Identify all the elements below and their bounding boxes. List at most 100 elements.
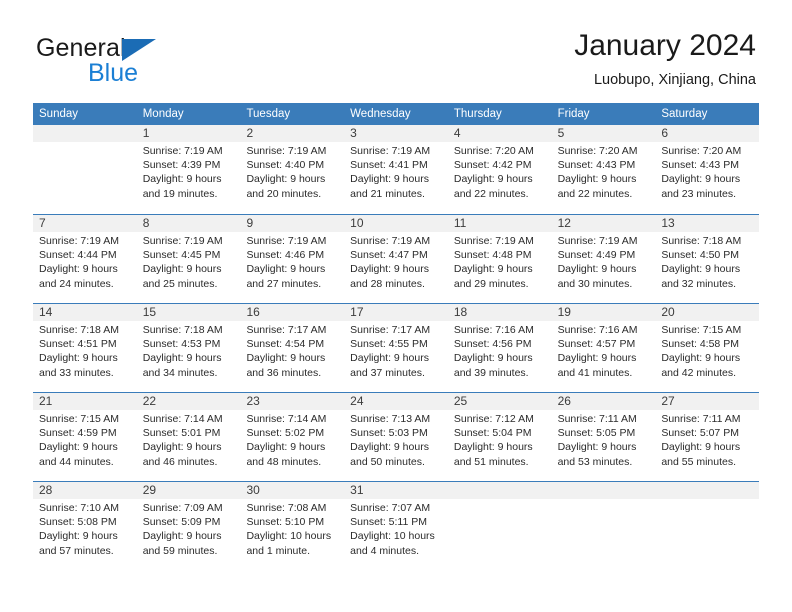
page-title: January 2024 — [574, 29, 756, 62]
daylight-duration-line1: Daylight: 9 hours — [39, 263, 118, 276]
day-details: Sunrise: 7:19 AM Sunset: 4:45 PM Daylight:… — [137, 232, 241, 291]
day-number: 22 — [136, 393, 241, 410]
weekday-header-wednesday: Wednesday — [350, 108, 411, 120]
sunrise-time: Sunrise: 7:16 AM — [557, 324, 638, 336]
calendar-day-cell[interactable]: 18 Sunrise: 7:16 AM Sunset: 4:56 PM Dayligh… — [447, 304, 552, 392]
calendar-day-cell[interactable]: 20 Sunrise: 7:15 AM Sunset: 4:58 PM Dayligh… — [655, 304, 760, 392]
sunrise-time: Sunrise: 7:10 AM — [39, 502, 119, 514]
day-number: 15 — [136, 304, 241, 321]
sunrise-time: Sunrise: 7:14 AM — [246, 413, 327, 425]
weekday-header-row: Sunday Monday Tuesday Wednesday Thursday… — [33, 103, 759, 125]
general-blue-logo[interactable]: General Blue — [36, 34, 206, 87]
daylight-duration-line1: Daylight: 10 hours — [350, 530, 435, 543]
sunset-time: Sunset: 4:50 PM — [661, 249, 739, 262]
sunset-time: Sunset: 4:55 PM — [350, 338, 428, 351]
sunrise-time: Sunrise: 7:14 AM — [142, 413, 223, 425]
calendar-day-cell[interactable]: 23 Sunrise: 7:14 AM Sunset: 5:02 PM Dayligh… — [240, 393, 345, 481]
calendar-day-cell[interactable]: 9 Sunrise: 7:19 AM Sunset: 4:46 PM Daylight… — [240, 215, 345, 303]
calendar-day-cell[interactable]: 11 Sunrise: 7:19 AM Sunset: 4:48 PM Dayligh… — [447, 215, 552, 303]
calendar-day-cell[interactable]: 6 Sunrise: 7:20 AM Sunset: 4:43 PM Daylight… — [655, 125, 760, 214]
page-header: General Blue January 2024 Luobupo, Xinji… — [0, 0, 792, 100]
daylight-duration-line2: and 23 minutes. — [661, 187, 737, 200]
daylight-duration-line2: and 55 minutes. — [661, 455, 737, 468]
calendar-day-cell[interactable]: 3 Sunrise: 7:19 AM Sunset: 4:41 PM Daylight… — [344, 125, 448, 214]
calendar-day-cell[interactable]: 31 Sunrise: 7:07 AM Sunset: 5:11 PM Dayligh… — [344, 482, 448, 570]
day-details: Sunrise: 7:19 AM Sunset: 4:49 PM Daylight:… — [552, 232, 656, 291]
calendar-day-cell[interactable]: 12 Sunrise: 7:19 AM Sunset: 4:49 PM Dayligh… — [551, 215, 656, 303]
calendar-day-cell[interactable]: 2 Sunrise: 7:19 AM Sunset: 4:40 PM Daylight… — [240, 125, 345, 214]
sunset-time: Sunset: 4:53 PM — [142, 338, 221, 351]
calendar-week-row: 14 Sunrise: 7:18 AM Sunset: 4:51 PM Dayligh… — [33, 303, 760, 392]
day-details — [448, 499, 552, 501]
day-number: 17 — [344, 304, 448, 321]
sunset-time: Sunset: 4:42 PM — [453, 159, 532, 172]
sunrise-time: Sunrise: 7:13 AM — [350, 413, 431, 425]
calendar-day-cell[interactable]: 5 Sunrise: 7:20 AM Sunset: 4:43 PM Daylight… — [551, 125, 656, 214]
sunrise-time: Sunrise: 7:18 AM — [142, 324, 223, 336]
sunrise-time: Sunrise: 7:08 AM — [246, 502, 327, 514]
daylight-duration-line2: and 1 minute. — [246, 544, 311, 557]
day-number: 13 — [655, 215, 760, 232]
calendar-day-cell[interactable]: 25 Sunrise: 7:12 AM Sunset: 5:04 PM Dayligh… — [447, 393, 552, 481]
daylight-duration-line1: Daylight: 9 hours — [142, 352, 222, 365]
calendar-day-cell[interactable]: 15 Sunrise: 7:18 AM Sunset: 4:53 PM Dayligh… — [136, 304, 241, 392]
logo-triangle-icon — [122, 39, 156, 61]
sunrise-time: Sunrise: 7:07 AM — [350, 502, 431, 514]
day-details: Sunrise: 7:17 AM Sunset: 4:55 PM Daylight:… — [344, 321, 448, 380]
daylight-duration-line2: and 37 minutes. — [350, 366, 425, 379]
daylight-duration-line1: Daylight: 9 hours — [661, 263, 741, 276]
daylight-duration-line1: Daylight: 9 hours — [557, 263, 637, 276]
day-number: 11 — [447, 215, 552, 232]
daylight-duration-line1: Daylight: 9 hours — [246, 173, 326, 186]
calendar-day-cell[interactable]: 19 Sunrise: 7:16 AM Sunset: 4:57 PM Dayligh… — [551, 304, 656, 392]
sunset-time: Sunset: 4:43 PM — [661, 159, 739, 172]
sunset-time: Sunset: 5:02 PM — [246, 427, 325, 440]
sunset-time: Sunset: 4:56 PM — [453, 338, 532, 351]
calendar-day-cell[interactable]: 27 Sunrise: 7:11 AM Sunset: 5:07 PM Dayligh… — [655, 393, 760, 481]
sunrise-time: Sunrise: 7:19 AM — [142, 145, 223, 157]
sunset-time: Sunset: 4:48 PM — [453, 249, 532, 262]
sunrise-time: Sunrise: 7:19 AM — [350, 235, 431, 247]
calendar-day-cell[interactable]: 17 Sunrise: 7:17 AM Sunset: 4:55 PM Dayligh… — [344, 304, 448, 392]
daylight-duration-line2: and 27 minutes. — [246, 277, 322, 290]
calendar-day-cell[interactable]: 24 Sunrise: 7:13 AM Sunset: 5:03 PM Dayligh… — [344, 393, 448, 481]
calendar-day-cell[interactable]: 14 Sunrise: 7:18 AM Sunset: 4:51 PM Dayligh… — [33, 304, 137, 392]
day-details: Sunrise: 7:20 AM Sunset: 4:43 PM Daylight:… — [552, 142, 656, 201]
calendar-day-cell[interactable]: 28 Sunrise: 7:10 AM Sunset: 5:08 PM Dayligh… — [33, 482, 137, 570]
sunrise-time: Sunrise: 7:20 AM — [661, 145, 742, 157]
calendar-day-cell[interactable]: 8 Sunrise: 7:19 AM Sunset: 4:45 PM Daylight… — [136, 215, 241, 303]
sunset-time: Sunset: 4:45 PM — [142, 249, 221, 262]
calendar-day-cell[interactable]: 13 Sunrise: 7:18 AM Sunset: 4:50 PM Dayligh… — [655, 215, 760, 303]
calendar-day-cell[interactable]: 16 Sunrise: 7:17 AM Sunset: 4:54 PM Dayligh… — [240, 304, 345, 392]
sunset-time: Sunset: 5:09 PM — [142, 516, 221, 529]
daylight-duration-line1: Daylight: 10 hours — [246, 530, 332, 543]
day-details: Sunrise: 7:19 AM Sunset: 4:44 PM Daylight:… — [33, 232, 137, 291]
calendar-day-cell[interactable]: 7 Sunrise: 7:19 AM Sunset: 4:44 PM Daylight… — [33, 215, 137, 303]
calendar-day-cell[interactable]: 4 Sunrise: 7:20 AM Sunset: 4:42 PM Daylight… — [447, 125, 552, 214]
day-number: 1 — [136, 125, 241, 142]
day-details: Sunrise: 7:17 AM Sunset: 4:54 PM Daylight:… — [240, 321, 344, 380]
daylight-duration-line1: Daylight: 9 hours — [246, 352, 326, 365]
calendar-day-cell[interactable]: 26 Sunrise: 7:11 AM Sunset: 5:05 PM Dayligh… — [551, 393, 656, 481]
day-number: 5 — [551, 125, 656, 142]
calendar-day-cell[interactable]: 30 Sunrise: 7:08 AM Sunset: 5:10 PM Dayligh… — [240, 482, 345, 570]
sunset-time: Sunset: 5:07 PM — [661, 427, 739, 440]
daylight-duration-line1: Daylight: 9 hours — [557, 352, 637, 365]
calendar-day-cell[interactable]: 21 Sunrise: 7:15 AM Sunset: 4:59 PM Dayligh… — [33, 393, 137, 481]
sunrise-time: Sunrise: 7:09 AM — [142, 502, 223, 514]
calendar-day-cell[interactable]: 1 Sunrise: 7:19 AM Sunset: 4:39 PM Daylight… — [136, 125, 241, 214]
sunrise-time: Sunrise: 7:19 AM — [557, 235, 638, 247]
sunset-time: Sunset: 5:10 PM — [246, 516, 325, 529]
calendar-day-cell[interactable]: 29 Sunrise: 7:09 AM Sunset: 5:09 PM Dayligh… — [136, 482, 241, 570]
daylight-duration-line1: Daylight: 9 hours — [661, 352, 741, 365]
day-number: 12 — [551, 215, 656, 232]
day-details: Sunrise: 7:15 AM Sunset: 4:59 PM Daylight:… — [33, 410, 137, 469]
day-details: Sunrise: 7:11 AM Sunset: 5:05 PM Daylight:… — [552, 410, 656, 469]
daylight-duration-line2: and 48 minutes. — [246, 455, 322, 468]
calendar-day-cell[interactable]: 22 Sunrise: 7:14 AM Sunset: 5:01 PM Dayligh… — [136, 393, 241, 481]
calendar-day-cell-empty — [33, 125, 137, 214]
day-details: Sunrise: 7:09 AM Sunset: 5:09 PM Daylight:… — [137, 499, 241, 558]
daylight-duration-line2: and 29 minutes. — [453, 277, 529, 290]
calendar-day-cell[interactable]: 10 Sunrise: 7:19 AM Sunset: 4:47 PM Dayligh… — [344, 215, 448, 303]
sunrise-time: Sunrise: 7:15 AM — [661, 324, 742, 336]
